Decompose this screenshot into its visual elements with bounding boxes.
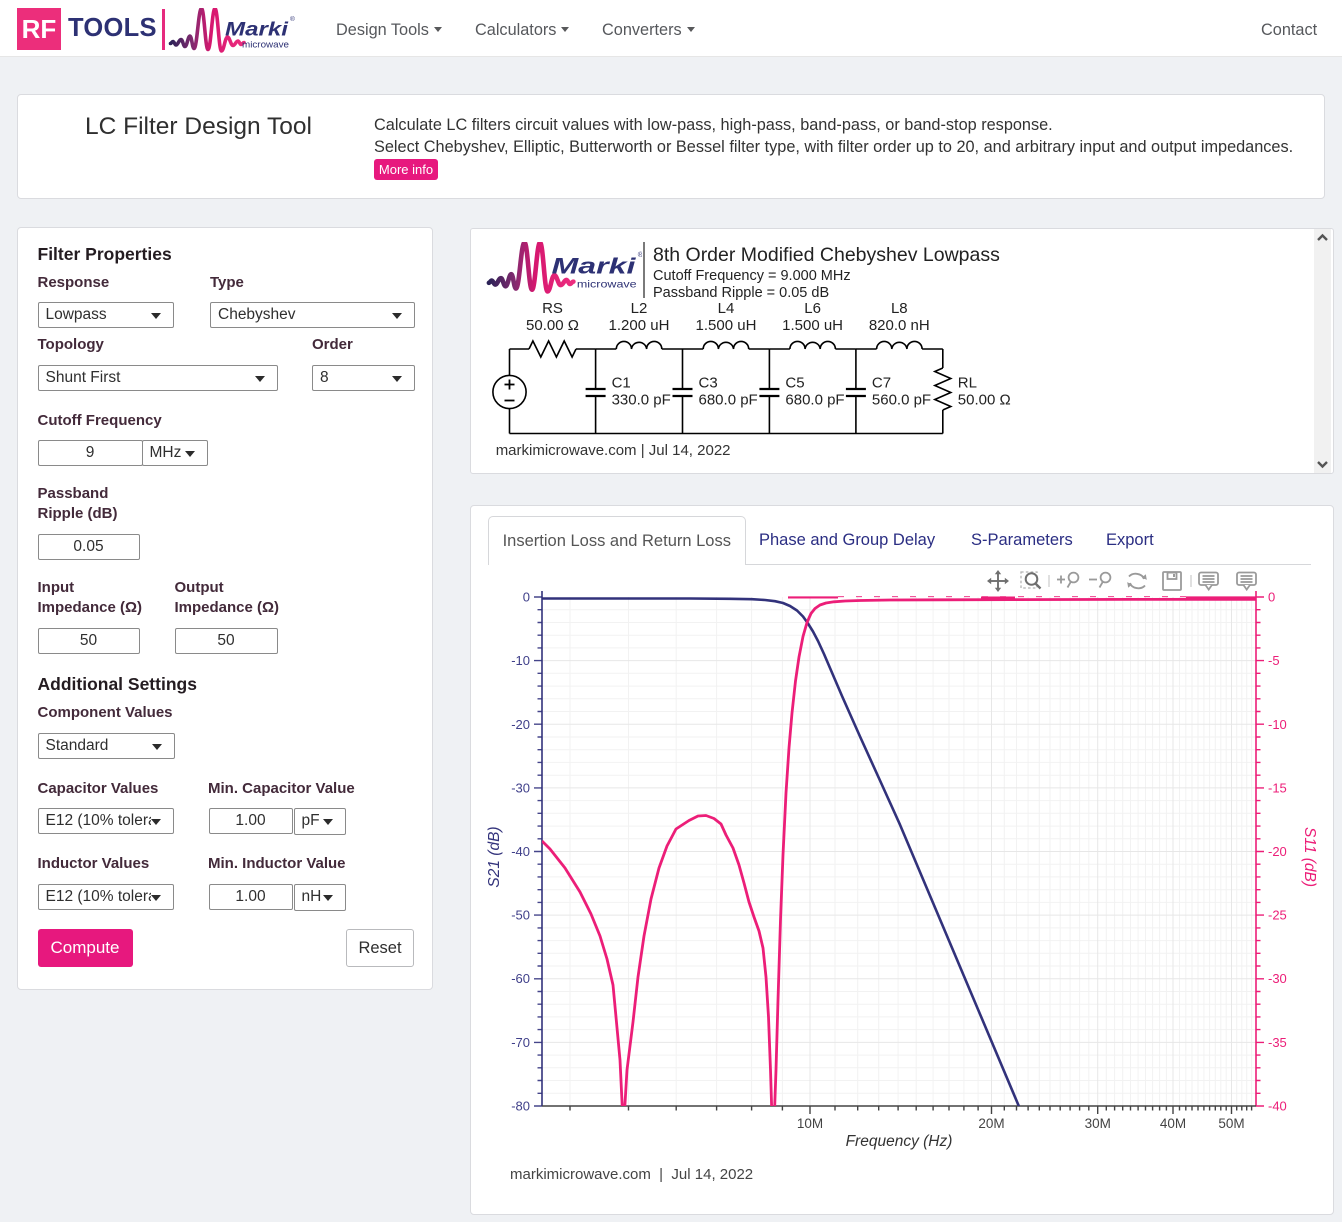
svg-text:330.0 pF: 330.0 pF xyxy=(612,392,671,409)
svg-text:-30: -30 xyxy=(511,780,530,795)
svg-text:Cutoff Frequency = 9.000 MHz: Cutoff Frequency = 9.000 MHz xyxy=(653,268,851,284)
svg-text:1.200 uH: 1.200 uH xyxy=(609,317,670,334)
svg-text:1.500 uH: 1.500 uH xyxy=(782,317,843,334)
svg-text:markimicrowave.com | Jul 14,: markimicrowave.com | Jul 14, 2022 xyxy=(510,1166,753,1183)
svg-text:-15: -15 xyxy=(1268,780,1287,795)
svg-text:microwave: microwave xyxy=(242,40,289,50)
svg-text:RS: RS xyxy=(542,300,563,317)
svg-text:50.00 Ω: 50.00 Ω xyxy=(526,317,579,334)
svg-text:Frequency (Hz): Frequency (Hz) xyxy=(846,1133,953,1150)
svg-text:microwave: microwave xyxy=(577,279,637,290)
svg-text:-60: -60 xyxy=(511,971,530,986)
svg-text:Passband Ripple = 0.05 dB: Passband Ripple = 0.05 dB xyxy=(653,285,829,301)
svg-text:-25: -25 xyxy=(1268,908,1287,923)
svg-text:820.0 nH: 820.0 nH xyxy=(869,317,930,334)
svg-text:-5: -5 xyxy=(1268,653,1280,668)
svg-text:Marki: Marki xyxy=(552,254,637,279)
svg-text:S21 (dB): S21 (dB) xyxy=(486,826,503,887)
svg-text:680.0 pF: 680.0 pF xyxy=(785,392,844,409)
svg-text:C3: C3 xyxy=(699,375,718,392)
svg-text:L6: L6 xyxy=(804,300,821,317)
svg-text:680.0 pF: 680.0 pF xyxy=(699,392,758,409)
svg-text:0: 0 xyxy=(523,590,530,605)
svg-text:®: ® xyxy=(290,15,295,23)
svg-text:-35: -35 xyxy=(1268,1035,1287,1050)
svg-text:1.500 uH: 1.500 uH xyxy=(696,317,757,334)
svg-text:markimicrowave.com | Jul 14, 2: markimicrowave.com | Jul 14, 2022 xyxy=(496,442,731,459)
svg-text:20M: 20M xyxy=(978,1116,1004,1131)
svg-text:RL: RL xyxy=(958,375,977,392)
svg-text:8th Order Modified Chebyshev L: 8th Order Modified Chebyshev Lowpass xyxy=(653,244,1000,266)
svg-text:L2: L2 xyxy=(631,300,648,317)
svg-text:30M: 30M xyxy=(1085,1116,1111,1131)
svg-text:-70: -70 xyxy=(511,1035,530,1050)
svg-text:-20: -20 xyxy=(1268,844,1287,859)
svg-text:C7: C7 xyxy=(872,375,891,392)
svg-text:10M: 10M xyxy=(797,1116,823,1131)
svg-text:0: 0 xyxy=(1268,590,1275,605)
svg-text:S11 (dB): S11 (dB) xyxy=(1301,827,1318,887)
svg-text:L8: L8 xyxy=(891,300,908,317)
svg-text:560.0 pF: 560.0 pF xyxy=(872,392,931,409)
svg-text:Marki: Marki xyxy=(225,19,289,41)
svg-text:-50: -50 xyxy=(511,908,530,923)
svg-text:C5: C5 xyxy=(785,375,804,392)
svg-text:-30: -30 xyxy=(1268,971,1287,986)
svg-text:-20: -20 xyxy=(511,717,530,732)
svg-text:-10: -10 xyxy=(1268,717,1287,732)
svg-text:50.00 Ω: 50.00 Ω xyxy=(958,392,1011,409)
svg-text:®: ® xyxy=(638,250,643,259)
svg-text:-40: -40 xyxy=(511,844,530,859)
svg-text:40M: 40M xyxy=(1160,1116,1186,1131)
svg-text:C1: C1 xyxy=(612,375,631,392)
svg-text:-10: -10 xyxy=(511,653,530,668)
svg-text:L4: L4 xyxy=(718,300,735,317)
svg-text:50M: 50M xyxy=(1218,1116,1244,1131)
svg-text:-80: -80 xyxy=(511,1099,530,1114)
svg-text:-40: -40 xyxy=(1268,1099,1287,1114)
